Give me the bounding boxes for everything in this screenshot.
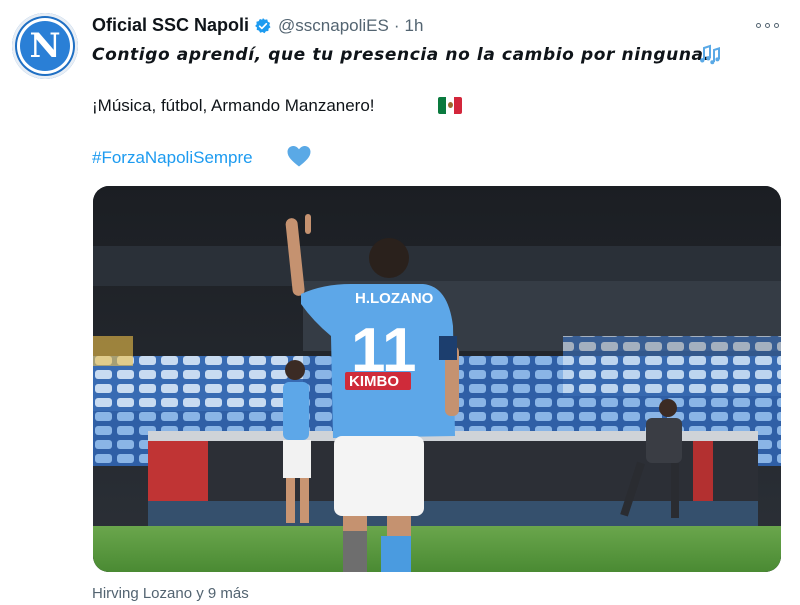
user-handle[interactable]: @sscnapoliES: [278, 16, 389, 36]
musical-notes-icon: [700, 44, 720, 65]
stadium-photo: H.LOZANO 11 KIMBO: [93, 186, 781, 572]
display-name[interactable]: Oficial SSC Napoli: [92, 15, 249, 36]
tweet-photo[interactable]: H.LOZANO 11 KIMBO: [93, 186, 781, 572]
blue-heart-icon: [287, 146, 311, 167]
jersey-sponsor: KIMBO: [349, 373, 399, 390]
avatar-letter: N: [29, 26, 61, 66]
verified-badge-icon: [255, 17, 271, 33]
more-options-icon[interactable]: [756, 18, 782, 32]
jersey-name: H.LOZANO: [355, 290, 434, 307]
mexico-flag-icon: [438, 97, 462, 114]
tagged-people-link[interactable]: Hirving Lozano y 9 más: [92, 585, 249, 602]
tweet-header: Oficial SSC Napoli @sscnapoliES · 1h: [92, 15, 423, 36]
tweet-text-line-1: Contigo aprendí, que tu presencia no la …: [92, 45, 711, 65]
separator-dot: ·: [393, 15, 400, 35]
napoli-logo: N: [17, 18, 73, 74]
hashtag-link[interactable]: #ForzaNapoliSempre: [92, 148, 253, 168]
tweet-text-line-2: ¡Música, fútbol, Armando Manzanero!: [92, 96, 375, 115]
avatar[interactable]: N: [12, 13, 78, 79]
timestamp[interactable]: 1h: [405, 16, 424, 36]
